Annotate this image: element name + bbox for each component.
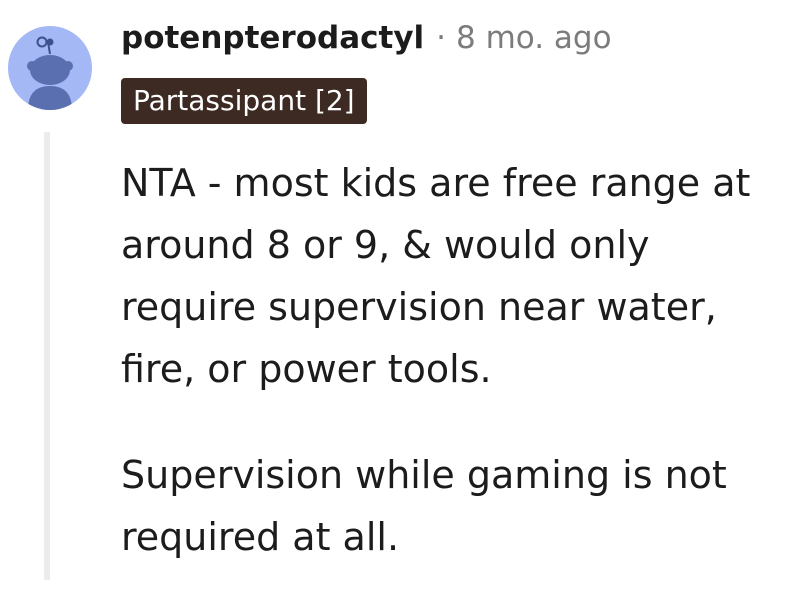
username-link[interactable]: potenpterodactyl [121, 20, 424, 56]
user-avatar[interactable] [8, 26, 92, 110]
reddit-snoo-icon [27, 36, 73, 110]
comment-header: potenpterodactyl · 8 mo. ago [121, 20, 612, 56]
comment-paragraph: Supervision while gaming is not required… [121, 453, 727, 559]
comment-timestamp[interactable]: 8 mo. ago [456, 20, 612, 56]
comment-body: NTA - most kids are free range at around… [121, 152, 781, 612]
user-flair-badge: Partassipant [2] [121, 78, 367, 124]
meta-separator: · [436, 20, 447, 56]
comment-paragraph: NTA - most kids are free range at around… [121, 161, 751, 391]
thread-collapse-line[interactable] [44, 132, 50, 580]
